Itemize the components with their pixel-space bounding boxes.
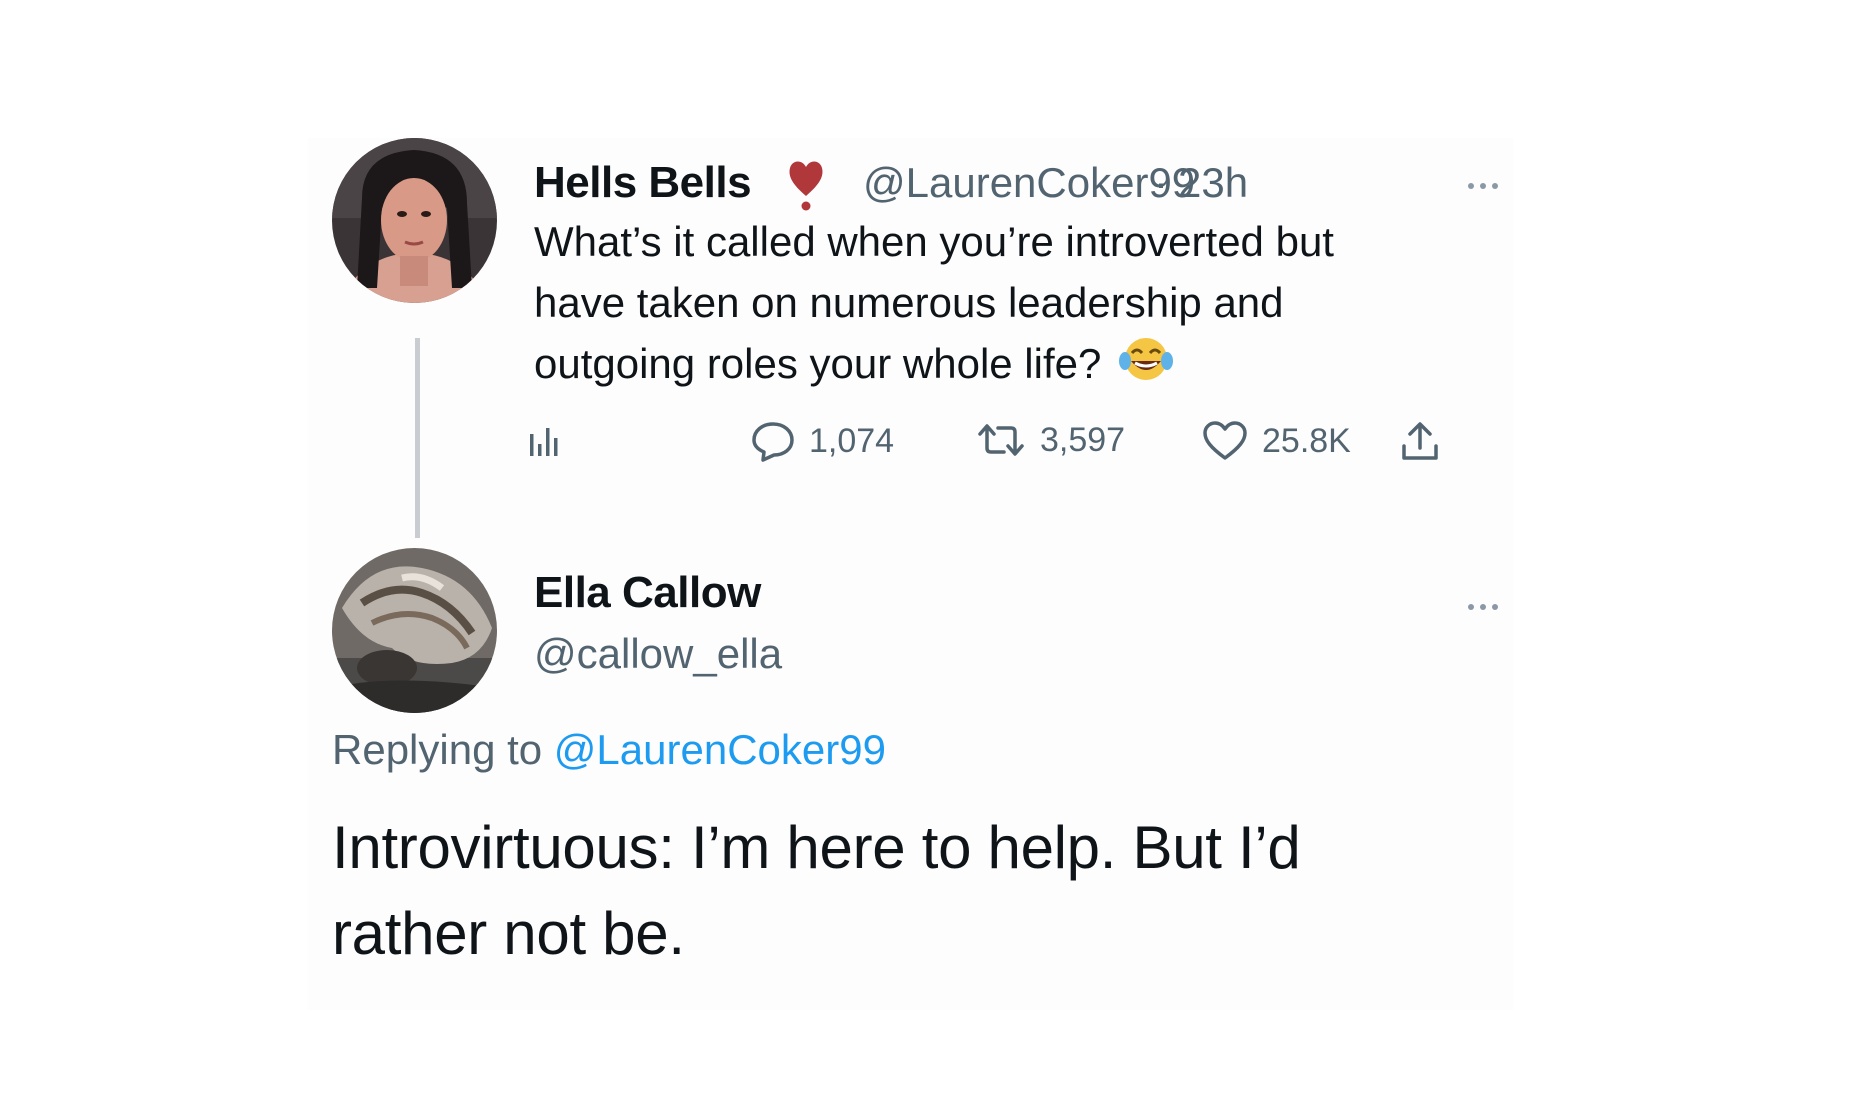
heart-exclamation-icon bbox=[786, 156, 826, 212]
tweet-text: What’s it called when you’re introverted… bbox=[534, 211, 1334, 399]
share-icon[interactable] bbox=[1398, 420, 1442, 469]
replying-to-prefix: Replying to bbox=[332, 726, 543, 773]
reply-bubble-icon bbox=[751, 420, 795, 462]
retweet-button[interactable]: 3,597 bbox=[976, 420, 1125, 460]
reply-more-options-icon[interactable] bbox=[1468, 602, 1508, 612]
tweet-actions-bar: 1,074 3,597 25.8K bbox=[526, 420, 1351, 470]
views-button[interactable] bbox=[526, 420, 566, 460]
thread-connector-line bbox=[415, 338, 420, 538]
tweet-body: What’s it called when you’re introverted… bbox=[534, 218, 1334, 387]
replying-to-handle-link[interactable]: @LaurenCoker99 bbox=[554, 726, 886, 773]
tweet-timestamp[interactable]: 23h bbox=[1178, 159, 1248, 207]
retweet-icon bbox=[976, 420, 1026, 460]
reply-author-handle[interactable]: @callow_ella bbox=[534, 630, 782, 678]
reply-button[interactable]: 1,074 bbox=[751, 420, 894, 462]
reply-count: 1,074 bbox=[809, 421, 895, 460]
avatar-ella-callow[interactable] bbox=[332, 548, 497, 713]
analytics-icon bbox=[526, 420, 566, 460]
reply-text: Introvirtuous: I’m here to help. But I’d… bbox=[332, 814, 1301, 967]
retweet-count: 3,597 bbox=[1040, 420, 1126, 459]
tweet-thread-card: Hells Bells @LaurenCoker99 · 23h What’s … bbox=[308, 138, 1513, 1010]
like-button[interactable]: 25.8K bbox=[1202, 420, 1351, 462]
more-options-icon[interactable] bbox=[1468, 181, 1508, 191]
replying-to-line: Replying to @LaurenCoker99 bbox=[332, 726, 886, 774]
separator-dot: · bbox=[1154, 159, 1168, 206]
author-name[interactable]: Hells Bells bbox=[534, 158, 752, 208]
avatar-hells-bells[interactable] bbox=[332, 138, 497, 303]
author-handle[interactable]: @LaurenCoker99 bbox=[863, 159, 1195, 207]
laughing-tears-emoji bbox=[1119, 335, 1174, 399]
heart-icon bbox=[1202, 420, 1248, 462]
reply-author-name[interactable]: Ella Callow bbox=[534, 568, 761, 618]
like-count: 25.8K bbox=[1262, 421, 1351, 460]
